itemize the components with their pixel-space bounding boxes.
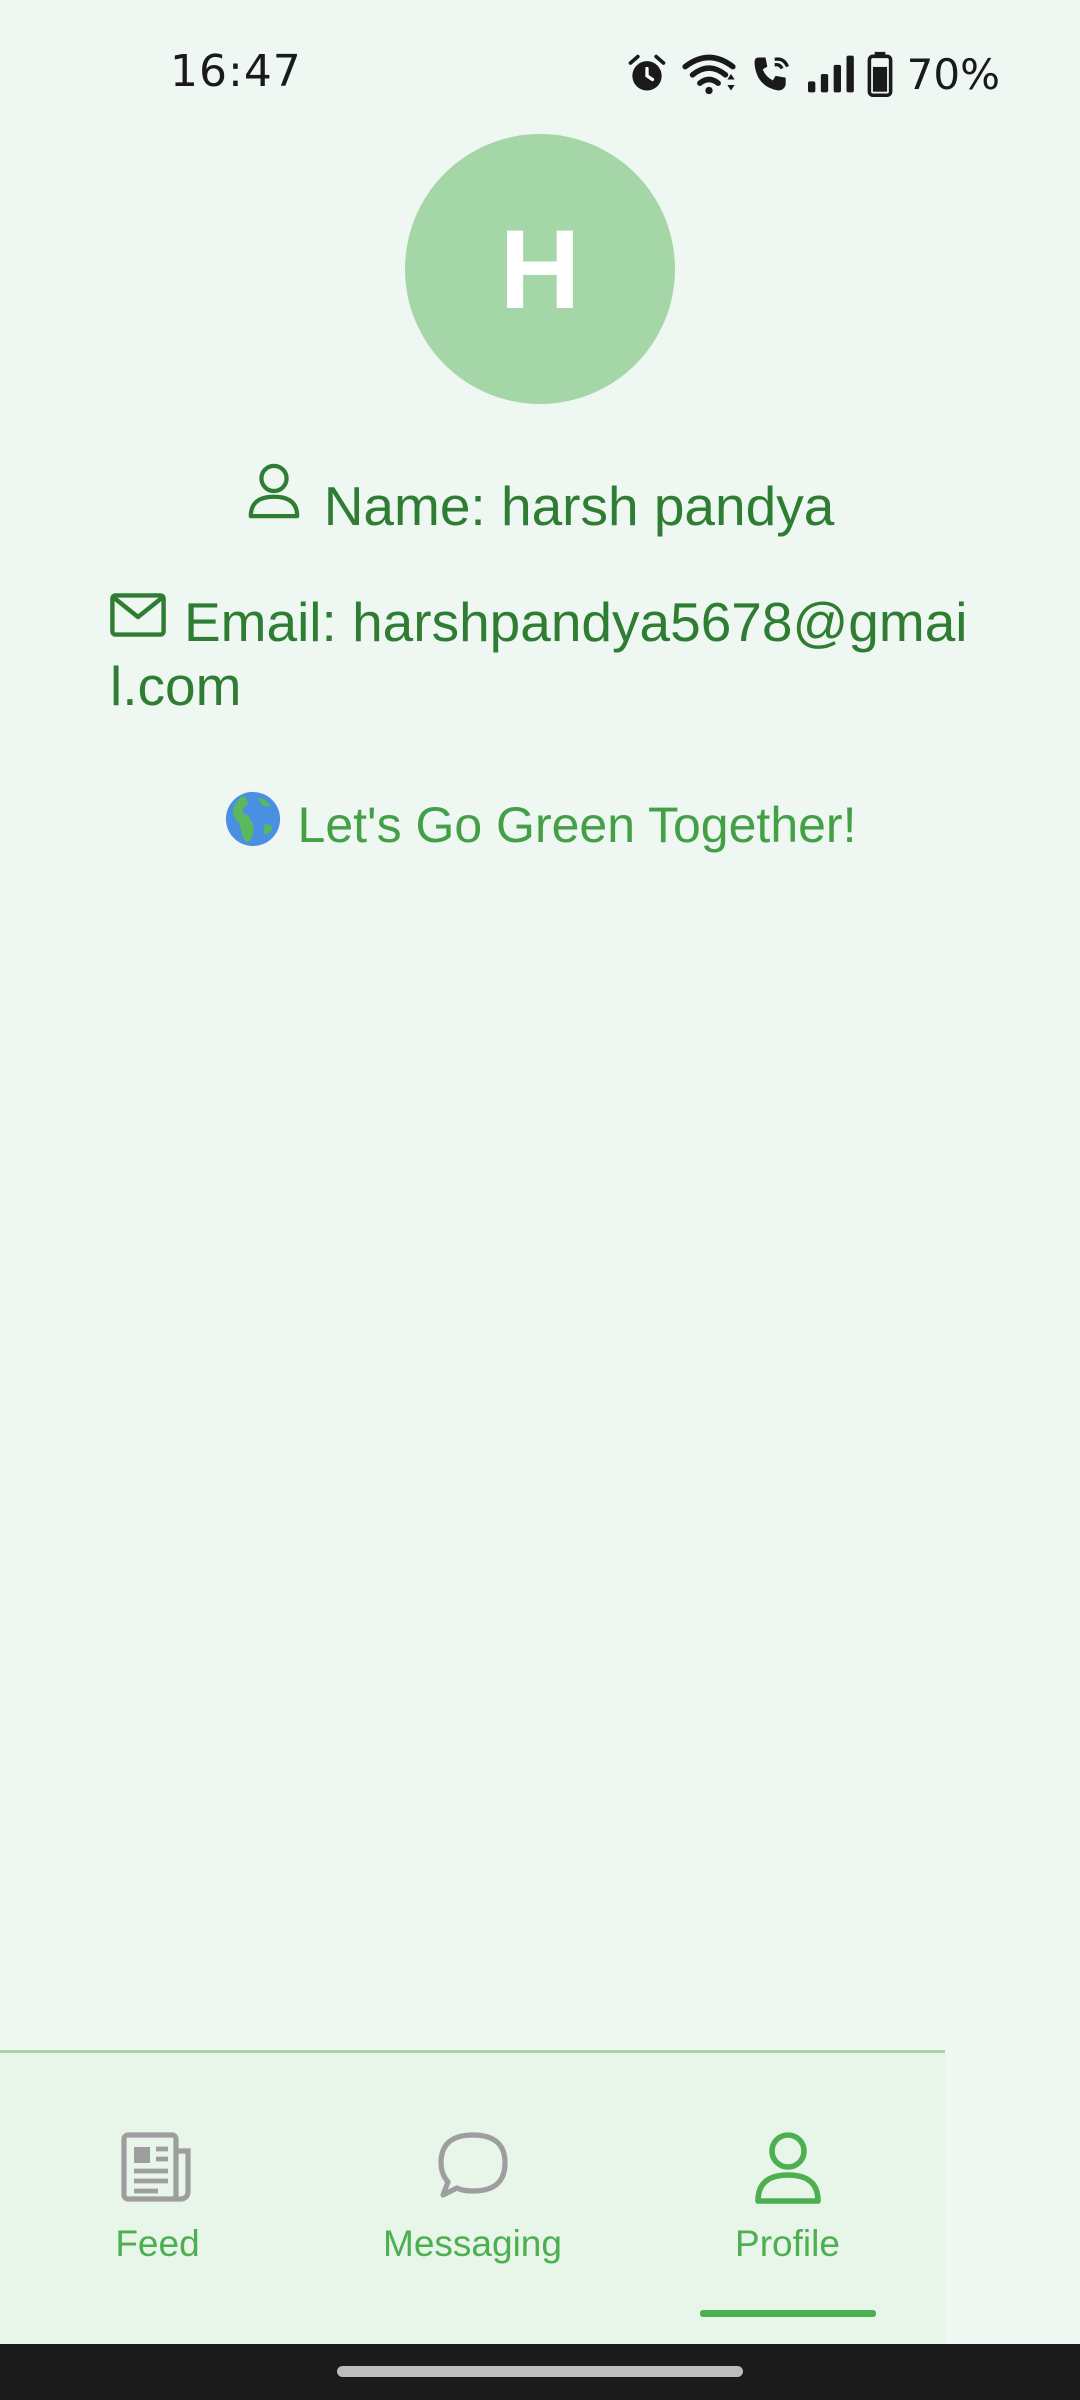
alarm-icon [625, 52, 669, 96]
profile-email-row: Email: harshpandya5678@gmail.com [110, 590, 990, 718]
person-icon [754, 2132, 821, 2204]
nav-item-messaging[interactable]: Messaging [315, 2053, 630, 2347]
profile-email-text: Email: harshpandya5678@gmail.com [110, 591, 968, 717]
profile-screen: 16:47 70% H Name: harsh pandya Email: ha… [0, 0, 1080, 2400]
status-time: 16:47 [170, 46, 302, 97]
bottom-navigation: Feed Messaging Profile [0, 2050, 945, 2347]
nav-item-feed[interactable]: Feed [0, 2053, 315, 2347]
status-icons: 70% [625, 46, 1000, 102]
active-tab-indicator [699, 2310, 876, 2317]
battery-icon [867, 51, 893, 97]
battery-percentage: 70% [906, 49, 1000, 99]
profile-name-row: Name: harsh pandya [0, 463, 1080, 541]
tagline-text: Let's Go Green Together! [297, 797, 857, 853]
avatar: H [405, 134, 675, 404]
system-gesture-area [0, 2344, 1080, 2400]
person-icon [246, 462, 302, 533]
wifi-icon [681, 52, 737, 96]
mail-icon [110, 586, 166, 650]
nav-item-profile[interactable]: Profile [630, 2053, 945, 2347]
avatar-initial: H [499, 206, 581, 332]
tagline: Let's Go Green Together! [0, 790, 1080, 860]
newspaper-icon [120, 2132, 191, 2202]
globe-icon [224, 790, 282, 860]
signal-icon [805, 52, 855, 96]
nav-label-messaging: Messaging [383, 2223, 562, 2264]
status-bar: 16:47 70% [0, 0, 1080, 140]
home-gesture-handle[interactable] [337, 2366, 743, 2377]
wifi-call-icon [749, 52, 793, 96]
profile-name-text: Name: harsh pandya [323, 474, 835, 537]
chat-bubble-icon [437, 2132, 508, 2198]
nav-label-feed: Feed [115, 2223, 200, 2264]
nav-label-profile: Profile [735, 2223, 840, 2264]
